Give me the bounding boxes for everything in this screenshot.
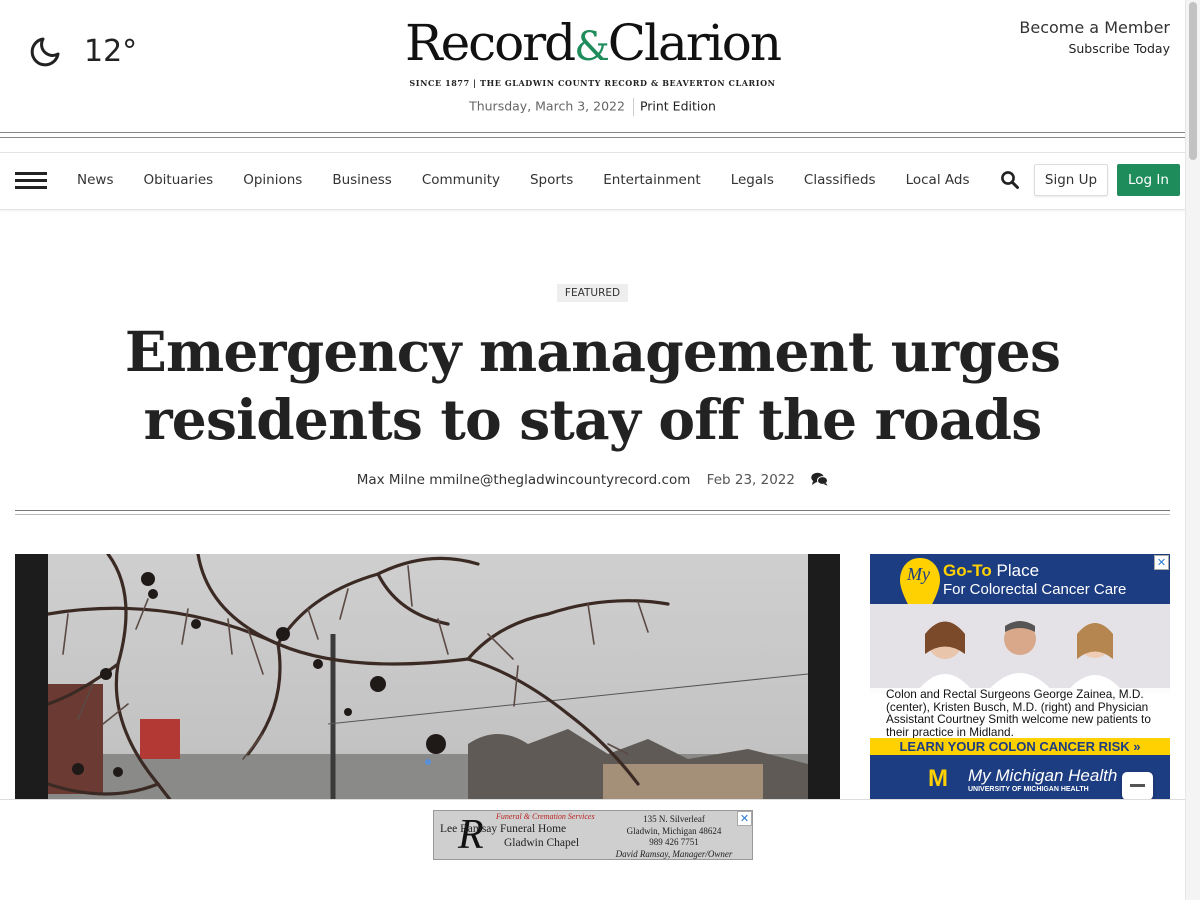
nav-item-community[interactable]: Community — [407, 172, 515, 188]
michigan-m-logo: M — [928, 765, 948, 792]
main-nav: News Obituaries Opinions Business Commun… — [0, 152, 1185, 210]
nav-item-obituaries[interactable]: Obituaries — [128, 172, 228, 188]
nav-item-business[interactable]: Business — [317, 172, 407, 188]
become-member-link[interactable]: Become a Member — [1019, 18, 1170, 37]
headline-line-2: residents to stay off the roads — [143, 387, 1043, 452]
ad-subhead: For Colorectal Cancer Care — [943, 581, 1127, 598]
ad-goto-rest: Place — [991, 561, 1040, 580]
subscribe-link[interactable]: Subscribe Today — [1019, 41, 1170, 56]
ad-chapel-name: Gladwin Chapel — [504, 837, 580, 849]
log-in-button[interactable]: Log In — [1117, 164, 1180, 196]
publish-date: Feb 23, 2022 — [706, 472, 795, 488]
sidebar-ad[interactable]: My Go-To Place For Colorectal Cancer Car… — [870, 554, 1170, 800]
print-edition-link[interactable]: Print Edition — [640, 99, 716, 114]
header-divider — [0, 132, 1185, 138]
ad-contact: 135 N. Silverleaf Gladwin, Michigan 4862… — [614, 814, 734, 860]
ad-goto-bold: Go-To — [943, 561, 992, 580]
featured-tag[interactable]: FEATURED — [557, 284, 628, 302]
sign-up-button[interactable]: Sign Up — [1034, 164, 1108, 196]
author-email[interactable]: mmilne@thegladwincountyrecord.com — [429, 472, 690, 488]
ad-address-1: 135 N. Silverleaf — [643, 814, 705, 824]
nav-item-news[interactable]: News — [62, 172, 128, 188]
ad-my-text: My — [907, 564, 930, 584]
ad-phone: 989 426 7751 — [649, 837, 699, 847]
ad-headline: Go-To Place — [943, 561, 1039, 581]
logo-ampersand: & — [574, 24, 610, 70]
article-divider — [15, 510, 1170, 515]
scrollbar-thumb[interactable] — [1189, 2, 1197, 160]
ad-doctors-photo — [870, 604, 1170, 694]
logo-tagline: SINCE 1877 | THE GLADWIN COUNTY RECORD &… — [409, 78, 776, 88]
ad-address-2: Gladwin, Michigan 48624 — [626, 825, 722, 836]
nav-item-classifieds[interactable]: Classifieds — [789, 172, 891, 188]
site-logo[interactable]: Record&Clarion SINCE 1877 | THE GLADWIN … — [0, 14, 1185, 88]
author-name[interactable]: Max Milne — [357, 472, 425, 488]
logo-record: Record — [404, 14, 576, 72]
close-icon[interactable]: ✕ — [1154, 555, 1169, 570]
ad-cta-link[interactable]: LEARN YOUR COLON CANCER RISK » — [870, 738, 1170, 755]
funeral-home-ad[interactable]: Funeral & Cremation Services R Lee Ramsa… — [433, 810, 753, 860]
comments-icon[interactable] — [811, 472, 829, 486]
ad-services-line: Funeral & Cremation Services — [496, 812, 595, 821]
membership-block: Become a Member Subscribe Today — [1019, 18, 1170, 56]
byline: Max Milne mmilne@thegladwincountyrecord.… — [0, 472, 1185, 488]
nav-item-opinions[interactable]: Opinions — [228, 172, 317, 188]
current-date: Thursday, March 3, 2022 — [469, 98, 625, 114]
ad-owner: David Ramsay, Manager/Owner — [615, 848, 733, 859]
nav-item-local-ads[interactable]: Local Ads — [891, 172, 985, 188]
ad-initial-logo: R — [458, 812, 484, 858]
scrollbar[interactable] — [1185, 0, 1200, 900]
nav-items: News Obituaries Opinions Business Commun… — [62, 172, 984, 188]
nav-item-legals[interactable]: Legals — [716, 172, 789, 188]
ad-brand-sub: UNIVERSITY OF MICHIGAN HEALTH — [968, 786, 1089, 793]
headline-line-1: Emergency management urges — [124, 319, 1061, 384]
ad-brand: My Michigan Health — [968, 766, 1118, 785]
close-icon[interactable]: ✕ — [737, 811, 752, 826]
collapse-ad-button[interactable] — [1122, 772, 1153, 800]
dateline: Thursday, March 3, 2022 Print Edition — [0, 98, 1185, 116]
bottom-ad-bar: Funeral & Cremation Services R Lee Ramsa… — [0, 799, 1185, 901]
search-icon[interactable] — [1000, 170, 1020, 190]
dateline-divider — [632, 98, 634, 116]
nav-item-entertainment[interactable]: Entertainment — [588, 172, 715, 188]
logo-clarion: Clarion — [607, 14, 782, 72]
article-headline: Emergency management urges residents to … — [100, 318, 1085, 454]
menu-icon[interactable] — [15, 172, 47, 190]
ad-business-name: Lee Ramsay Funeral Home — [440, 823, 567, 835]
ad-body-copy: Colon and Rectal Surgeons George Zainea,… — [870, 688, 1170, 738]
nav-item-sports[interactable]: Sports — [515, 172, 588, 188]
ad-header-band: My Go-To Place For Colorectal Cancer Car… — [870, 554, 1170, 624]
